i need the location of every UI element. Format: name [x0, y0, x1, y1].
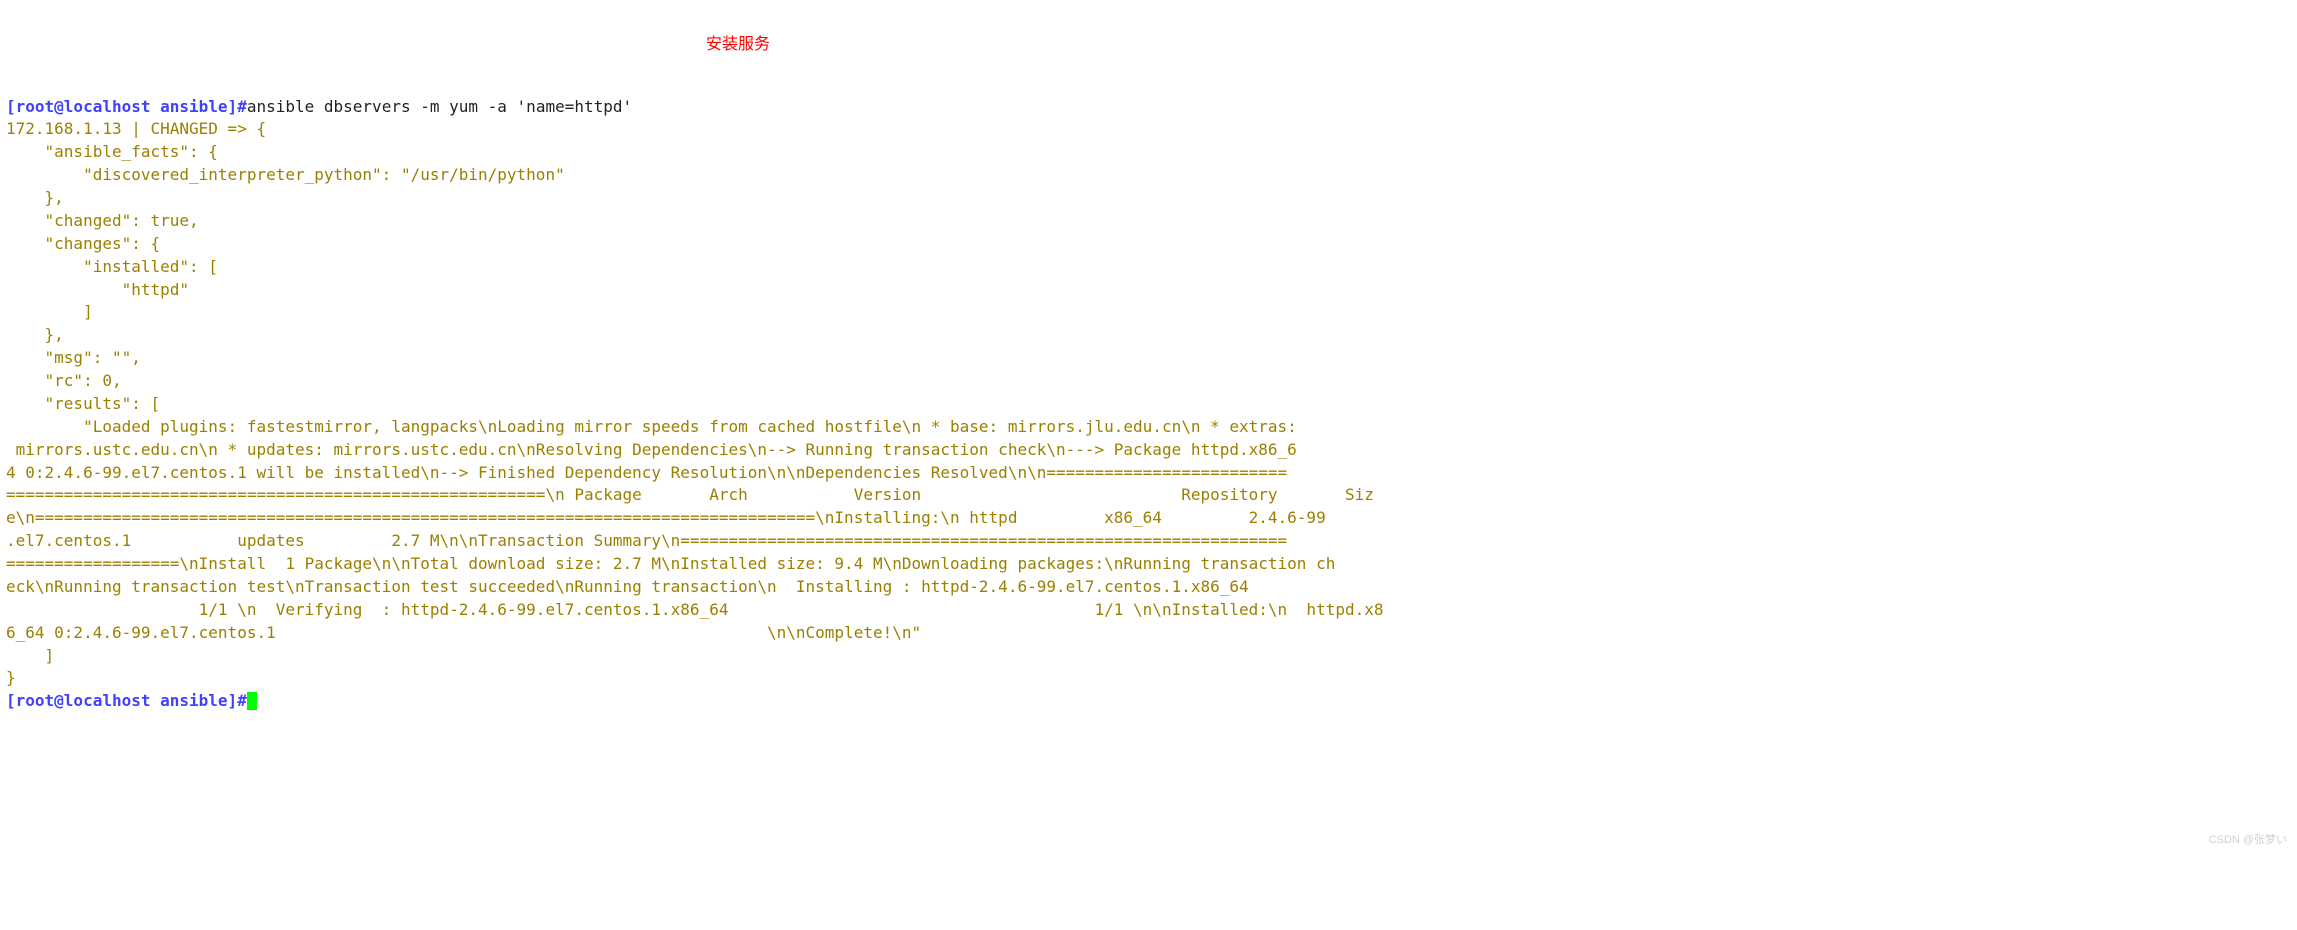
cursor-block[interactable] [247, 692, 257, 710]
output-line: ==================\nInstall 1 Package\n\… [6, 554, 1335, 573]
output-line: eck\nRunning transaction test\nTransacti… [6, 577, 1297, 596]
watermark-text: CSDN @张梦い [2209, 833, 2287, 849]
command-text: ansible dbservers -m yum -a 'name=httpd' [247, 97, 632, 116]
output-line: ] [6, 302, 93, 321]
output-line: "discovered_interpreter_python": "/usr/b… [6, 165, 565, 184]
output-host-line: 172.168.1.13 | CHANGED => { [6, 119, 266, 138]
output-line: "rc": 0, [6, 371, 122, 390]
output-line: ========================================… [6, 485, 1374, 504]
output-line: }, [6, 188, 64, 207]
prompt-user-host: [root@localhost ansible]# [6, 691, 247, 710]
output-line: mirrors.ustc.edu.cn\n * updates: mirrors… [6, 440, 1297, 459]
output-line: "Loaded plugins: fastestmirror, langpack… [6, 417, 1297, 436]
output-line: "results": [ [6, 394, 160, 413]
output-line: "msg": "", [6, 348, 141, 367]
terminal-output: [root@localhost ansible]#ansible dbserve… [6, 97, 1384, 711]
annotation-label: 安装服务 [706, 34, 770, 57]
output-line: .el7.centos.1 updates 2.7 M\n\nTransacti… [6, 531, 1287, 550]
output-line: "installed": [ [6, 257, 218, 276]
output-line: "changes": { [6, 234, 160, 253]
output-line: "ansible_facts": { [6, 142, 218, 161]
output-line: "changed": true, [6, 211, 199, 230]
prompt-user-host: [root@localhost ansible]# [6, 97, 247, 116]
output-line: 6_64 0:2.4.6-99.el7.centos.1 \n\nComplet… [6, 623, 921, 642]
output-line: 1/1 \n Verifying : httpd-2.4.6-99.el7.ce… [6, 600, 1384, 619]
output-line: "httpd" [6, 280, 189, 299]
output-line: e\n=====================================… [6, 508, 1326, 527]
output-line: }, [6, 325, 64, 344]
output-line: ] [6, 646, 54, 665]
output-line: } [6, 668, 16, 687]
output-line: 4 0:2.4.6-99.el7.centos.1 will be instal… [6, 463, 1287, 482]
